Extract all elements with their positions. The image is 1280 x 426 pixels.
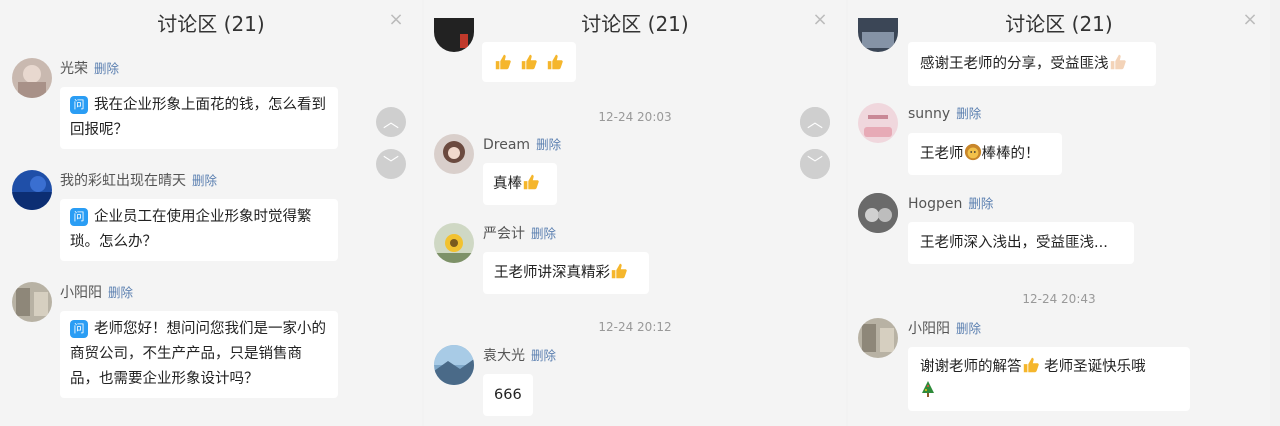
thumbs-up-icon — [1109, 45, 1127, 70]
comment-author: Dream 删除 — [483, 134, 561, 153]
delete-link[interactable]: 删除 — [94, 61, 119, 76]
panel-title: 讨论区 (21) — [1005, 12, 1113, 36]
author-name: 我的彩虹出现在晴天 — [60, 173, 186, 189]
avatar[interactable] — [434, 134, 474, 174]
question-badge: 问 — [70, 208, 88, 226]
comment-author: 袁大光 删除 — [483, 345, 556, 365]
close-icon[interactable]: × — [1240, 10, 1260, 30]
timestamp: 12-24 20:03 — [598, 110, 672, 124]
avatar[interactable] — [858, 318, 898, 358]
thumbs-up-icon — [494, 53, 512, 71]
author-name: 光荣 — [60, 61, 88, 77]
panel-title: 讨论区 (21) — [581, 12, 689, 36]
delete-link[interactable]: 删除 — [108, 285, 133, 300]
thumbs-up-icon — [546, 53, 564, 71]
lion-emoji-icon — [964, 136, 982, 161]
timestamp: 12-24 20:12 — [598, 320, 672, 334]
avatar — [858, 18, 898, 52]
avatar[interactable] — [858, 103, 898, 143]
comment-author: 严会计 删除 — [483, 223, 556, 243]
close-icon[interactable]: × — [386, 10, 406, 30]
comment-text: 王老师 — [920, 146, 964, 162]
avatar[interactable] — [434, 223, 474, 263]
comment-text: 感谢王老师的分享，受益匪浅 — [920, 56, 1109, 72]
comment-bubble: 谢谢老师的解答 老师圣诞快乐哦 — [908, 347, 1190, 411]
christmas-tree-icon — [920, 380, 938, 398]
comment-bubble: 王老师讲深真精彩 — [483, 252, 649, 294]
thumbs-up-icon — [610, 255, 628, 279]
panel-title: 讨论区 (21) — [157, 12, 265, 36]
comment-author: 我的彩虹出现在晴天 删除 — [60, 170, 217, 190]
discussion-panel-1: 讨论区 (21) × 光荣 删除 问我在企业形象上面花的钱，怎么看到回报呢？ 我的… — [0, 0, 422, 426]
timestamp: 12-24 20:43 — [1022, 292, 1096, 306]
comment-text: 老师您好！想问问您我们是一家小的商贸公司，不生产产品，只是销售商品，也需要企业形… — [70, 321, 326, 387]
comment-author: 光荣 删除 — [60, 58, 119, 78]
comment-author: sunny 删除 — [908, 103, 981, 122]
comment-bubble: 王老师 棒棒的！ — [908, 133, 1062, 175]
delete-link[interactable]: 删除 — [536, 137, 561, 152]
comment-bubble: 真棒 — [483, 163, 557, 205]
comment-text: 老师圣诞快乐哦 — [1039, 359, 1146, 375]
scroll-up-button[interactable]: ︿ — [376, 107, 406, 137]
question-badge: 问 — [70, 320, 88, 338]
thumbs-up-icon — [1022, 356, 1040, 374]
comment-text: 666 — [494, 387, 522, 403]
avatar[interactable] — [434, 345, 474, 385]
avatar[interactable] — [12, 58, 52, 98]
comment-bubble: 王老师深入浅出，受益匪浅... — [908, 222, 1134, 264]
comment-author: 小阳阳 删除 — [60, 282, 133, 302]
thumbs-up-icon — [522, 166, 540, 190]
comment-author: 小阳阳 删除 — [908, 318, 981, 338]
avatar[interactable] — [858, 193, 898, 233]
delete-link[interactable]: 删除 — [956, 321, 981, 336]
scroll-up-button[interactable]: ︿ — [800, 107, 830, 137]
author-name: 小阳阳 — [908, 321, 950, 337]
avatar — [434, 18, 474, 52]
close-icon[interactable]: × — [810, 10, 830, 30]
comment-text: 王老师讲深真精彩 — [494, 265, 610, 281]
author-name: Dream — [483, 137, 531, 153]
delete-link[interactable]: 删除 — [192, 173, 217, 188]
comment-bubble: 问我在企业形象上面花的钱，怎么看到回报呢？ — [60, 87, 338, 149]
author-name: sunny — [908, 106, 951, 122]
comment-bubble: 问老师您好！想问问您我们是一家小的商贸公司，不生产产品，只是销售商品，也需要企业… — [60, 311, 338, 398]
comment-text: 企业员工在使用企业形象时觉得繁琐。怎么办？ — [70, 209, 312, 250]
comment-author: Hogpen 删除 — [908, 193, 993, 212]
comment-text: 谢谢老师的解答 — [920, 359, 1022, 375]
delete-link[interactable]: 删除 — [531, 226, 556, 241]
delete-link[interactable]: 删除 — [956, 106, 981, 121]
author-name: 袁大光 — [483, 348, 525, 364]
comment-text: 真棒 — [493, 176, 522, 192]
comment-text: 我在企业形象上面花的钱，怎么看到回报呢？ — [70, 97, 326, 138]
question-badge: 问 — [70, 96, 88, 114]
delete-link[interactable]: 删除 — [968, 196, 993, 211]
author-name: 小阳阳 — [60, 285, 102, 301]
discussion-panel-2: 讨论区 (21) × 12-24 20:03 Dream 删除 真棒 严会计 删除 … — [424, 0, 846, 426]
comment-bubble: 感谢王老师的分享，受益匪浅 — [908, 42, 1156, 86]
avatar[interactable] — [12, 170, 52, 210]
comment-bubble: 666 — [483, 374, 533, 416]
comment-bubble — [482, 42, 576, 82]
scroll-down-button[interactable]: ﹀ — [376, 149, 406, 179]
comment-bubble: 问企业员工在使用企业形象时觉得繁琐。怎么办？ — [60, 199, 338, 261]
author-name: Hogpen — [908, 196, 963, 212]
discussion-panel-3: 讨论区 (21) × 感谢王老师的分享，受益匪浅 sunny 删除 王老师 棒棒的！… — [848, 0, 1270, 426]
comment-text: 王老师深入浅出，受益匪浅... — [920, 235, 1108, 251]
author-name: 严会计 — [483, 226, 525, 242]
scroll-down-button[interactable]: ﹀ — [800, 149, 830, 179]
avatar[interactable] — [12, 282, 52, 322]
delete-link[interactable]: 删除 — [531, 348, 556, 363]
comment-text: 棒棒的！ — [981, 146, 1040, 162]
thumbs-up-icon — [520, 53, 538, 71]
